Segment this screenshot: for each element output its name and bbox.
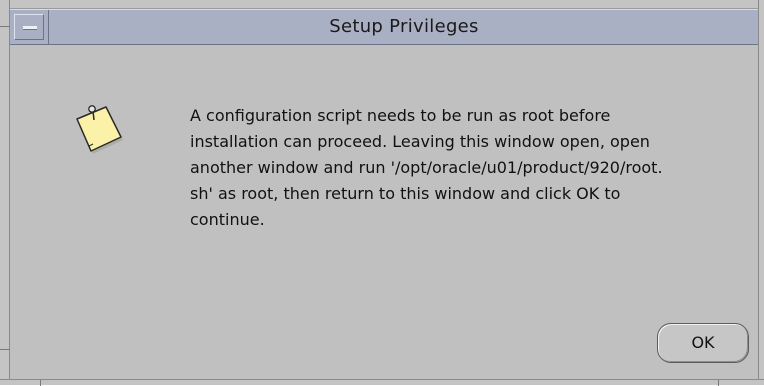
window-menu-button[interactable]: [14, 14, 44, 40]
dialog-message: A configuration script needs to be run a…: [190, 106, 663, 229]
note-icon: [72, 100, 132, 160]
dialog-title: Setup Privileges: [329, 16, 479, 37]
window-menu-icon: [23, 26, 37, 30]
setup-privileges-dialog: Setup Privileges A configuration script …: [0, 0, 764, 386]
title-bar[interactable]: Setup Privileges: [10, 9, 758, 45]
window-right-border[interactable]: [758, 0, 764, 385]
ok-button[interactable]: OK: [657, 323, 749, 363]
window-top-border: [0, 0, 764, 9]
title-divider: [48, 10, 49, 44]
window-left-border[interactable]: [0, 0, 10, 385]
window-bottom-border[interactable]: [0, 379, 764, 386]
